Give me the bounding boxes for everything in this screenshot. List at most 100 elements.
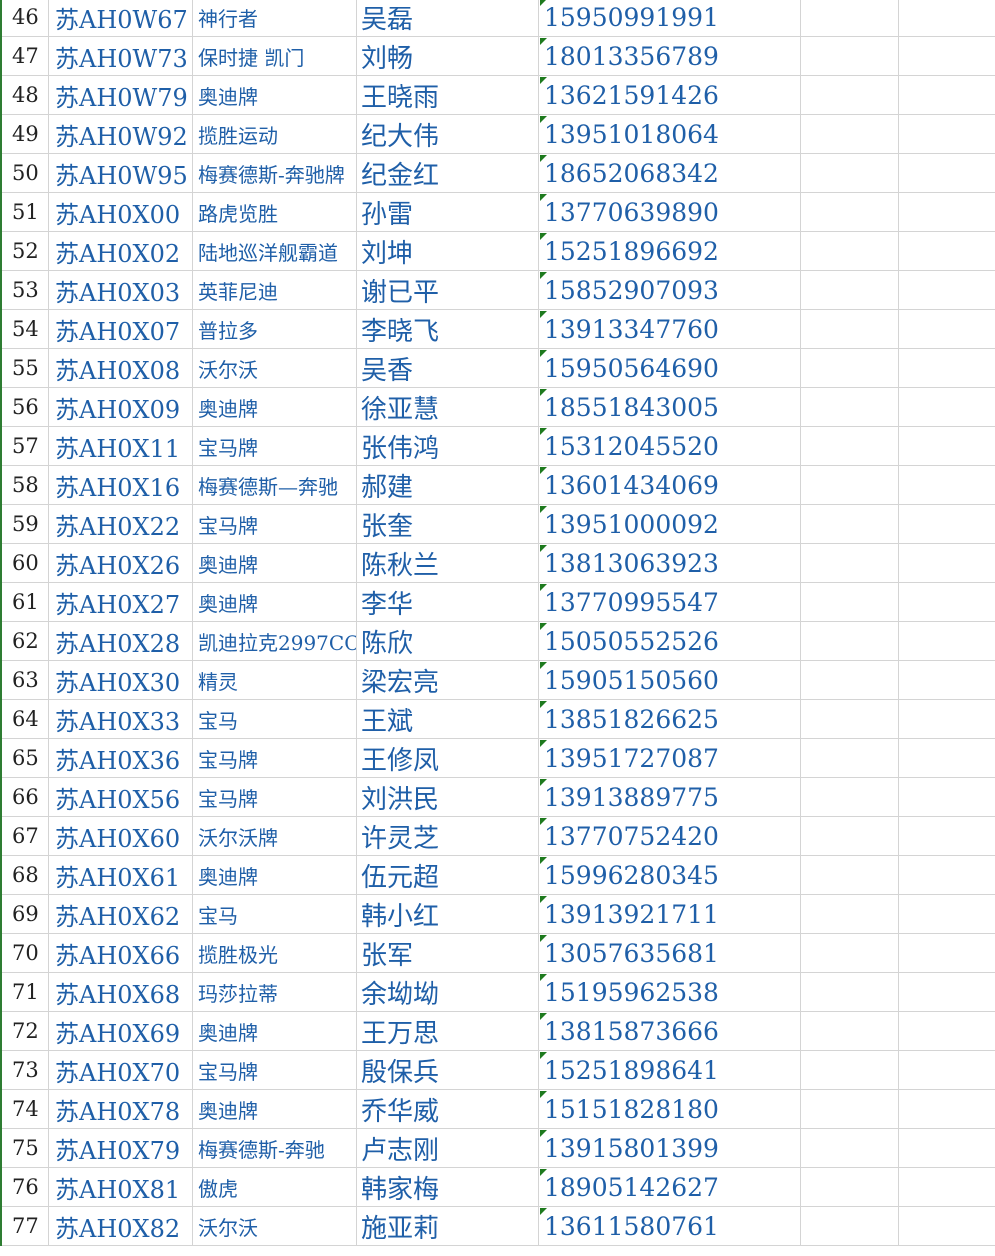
brand-cell[interactable]: 宝马 — [192, 699, 357, 739]
brand-cell[interactable]: 陆地巡洋舰霸道 — [192, 231, 357, 271]
plate-cell[interactable]: 苏AH0X61 — [48, 855, 193, 895]
empty-cell[interactable] — [800, 75, 899, 115]
phone-cell[interactable]: 15151828180 — [538, 1089, 801, 1129]
owner-name-cell[interactable]: 纪大伟 — [356, 114, 539, 154]
phone-cell[interactable]: 15950991991 — [538, 0, 801, 37]
brand-cell[interactable]: 奥迪牌 — [192, 1011, 357, 1051]
empty-cell[interactable] — [898, 855, 995, 895]
owner-name-cell[interactable]: 许灵芝 — [356, 816, 539, 856]
brand-cell[interactable]: 梅赛德斯-奔驰牌 — [192, 153, 357, 193]
empty-cell[interactable] — [898, 972, 995, 1012]
row-header[interactable]: 66 — [0, 777, 49, 817]
brand-cell[interactable]: 神行者 — [192, 0, 357, 37]
empty-cell[interactable] — [800, 153, 899, 193]
row-header[interactable]: 63 — [0, 660, 49, 700]
empty-cell[interactable] — [800, 933, 899, 973]
row-header[interactable]: 75 — [0, 1128, 49, 1168]
empty-cell[interactable] — [898, 192, 995, 232]
empty-cell[interactable] — [898, 231, 995, 271]
empty-cell[interactable] — [800, 777, 899, 817]
brand-cell[interactable]: 玛莎拉蒂 — [192, 972, 357, 1012]
empty-cell[interactable] — [898, 543, 995, 583]
row-header[interactable]: 74 — [0, 1089, 49, 1129]
row-header[interactable]: 65 — [0, 738, 49, 778]
phone-cell[interactable]: 18652068342 — [538, 153, 801, 193]
owner-name-cell[interactable]: 纪金红 — [356, 153, 539, 193]
empty-cell[interactable] — [800, 894, 899, 934]
phone-cell[interactable]: 13851826625 — [538, 699, 801, 739]
plate-cell[interactable]: 苏AH0W67 — [48, 0, 193, 37]
row-header[interactable]: 53 — [0, 270, 49, 310]
empty-cell[interactable] — [898, 0, 995, 37]
brand-cell[interactable]: 奥迪牌 — [192, 543, 357, 583]
owner-name-cell[interactable]: 谢已平 — [356, 270, 539, 310]
brand-cell[interactable]: 奥迪牌 — [192, 1089, 357, 1129]
brand-cell[interactable]: 奥迪牌 — [192, 75, 357, 115]
empty-cell[interactable] — [898, 933, 995, 973]
empty-cell[interactable] — [898, 504, 995, 544]
phone-cell[interactable]: 13951018064 — [538, 114, 801, 154]
plate-cell[interactable]: 苏AH0X26 — [48, 543, 193, 583]
empty-cell[interactable] — [800, 114, 899, 154]
brand-cell[interactable]: 傲虎 — [192, 1167, 357, 1207]
empty-cell[interactable] — [800, 309, 899, 349]
row-header[interactable]: 49 — [0, 114, 49, 154]
plate-cell[interactable]: 苏AH0X69 — [48, 1011, 193, 1051]
owner-name-cell[interactable]: 李华 — [356, 582, 539, 622]
empty-cell[interactable] — [898, 738, 995, 778]
plate-cell[interactable]: 苏AH0X00 — [48, 192, 193, 232]
brand-cell[interactable]: 奥迪牌 — [192, 855, 357, 895]
owner-name-cell[interactable]: 刘洪民 — [356, 777, 539, 817]
brand-cell[interactable]: 梅赛德斯-奔驰 — [192, 1128, 357, 1168]
row-header[interactable]: 72 — [0, 1011, 49, 1051]
owner-name-cell[interactable]: 王晓雨 — [356, 75, 539, 115]
brand-cell[interactable]: 沃尔沃牌 — [192, 816, 357, 856]
empty-cell[interactable] — [800, 1011, 899, 1051]
plate-cell[interactable]: 苏AH0X08 — [48, 348, 193, 388]
row-header[interactable]: 57 — [0, 426, 49, 466]
phone-cell[interactable]: 15905150560 — [538, 660, 801, 700]
owner-name-cell[interactable]: 张奎 — [356, 504, 539, 544]
empty-cell[interactable] — [898, 1167, 995, 1207]
plate-cell[interactable]: 苏AH0X02 — [48, 231, 193, 271]
empty-cell[interactable] — [898, 114, 995, 154]
plate-cell[interactable]: 苏AH0X36 — [48, 738, 193, 778]
empty-cell[interactable] — [800, 1050, 899, 1090]
brand-cell[interactable]: 揽胜运动 — [192, 114, 357, 154]
empty-cell[interactable] — [800, 855, 899, 895]
row-header[interactable]: 64 — [0, 699, 49, 739]
owner-name-cell[interactable]: 余坳坳 — [356, 972, 539, 1012]
empty-cell[interactable] — [898, 699, 995, 739]
phone-cell[interactable]: 13621591426 — [538, 75, 801, 115]
phone-cell[interactable]: 15996280345 — [538, 855, 801, 895]
empty-cell[interactable] — [898, 1128, 995, 1168]
empty-cell[interactable] — [898, 1050, 995, 1090]
empty-cell[interactable] — [800, 1206, 899, 1246]
brand-cell[interactable]: 英菲尼迪 — [192, 270, 357, 310]
brand-cell[interactable]: 宝马牌 — [192, 1050, 357, 1090]
phone-cell[interactable]: 13770995547 — [538, 582, 801, 622]
plate-cell[interactable]: 苏AH0X11 — [48, 426, 193, 466]
phone-cell[interactable]: 15195962538 — [538, 972, 801, 1012]
phone-cell[interactable]: 13611580761 — [538, 1206, 801, 1246]
row-header[interactable]: 60 — [0, 543, 49, 583]
owner-name-cell[interactable]: 王斌 — [356, 699, 539, 739]
empty-cell[interactable] — [898, 1206, 995, 1246]
brand-cell[interactable]: 宝马 — [192, 894, 357, 934]
row-header[interactable]: 54 — [0, 309, 49, 349]
owner-name-cell[interactable]: 李晓飞 — [356, 309, 539, 349]
brand-cell[interactable]: 宝马牌 — [192, 504, 357, 544]
plate-cell[interactable]: 苏AH0X66 — [48, 933, 193, 973]
brand-cell[interactable]: 精灵 — [192, 660, 357, 700]
brand-cell[interactable]: 奥迪牌 — [192, 387, 357, 427]
owner-name-cell[interactable]: 韩小红 — [356, 894, 539, 934]
empty-cell[interactable] — [898, 387, 995, 427]
empty-cell[interactable] — [800, 816, 899, 856]
empty-cell[interactable] — [898, 426, 995, 466]
brand-cell[interactable]: 沃尔沃 — [192, 1206, 357, 1246]
owner-name-cell[interactable]: 乔华威 — [356, 1089, 539, 1129]
empty-cell[interactable] — [898, 816, 995, 856]
brand-cell[interactable]: 梅赛德斯—奔驰 — [192, 465, 357, 505]
row-header[interactable]: 50 — [0, 153, 49, 193]
empty-cell[interactable] — [800, 1089, 899, 1129]
